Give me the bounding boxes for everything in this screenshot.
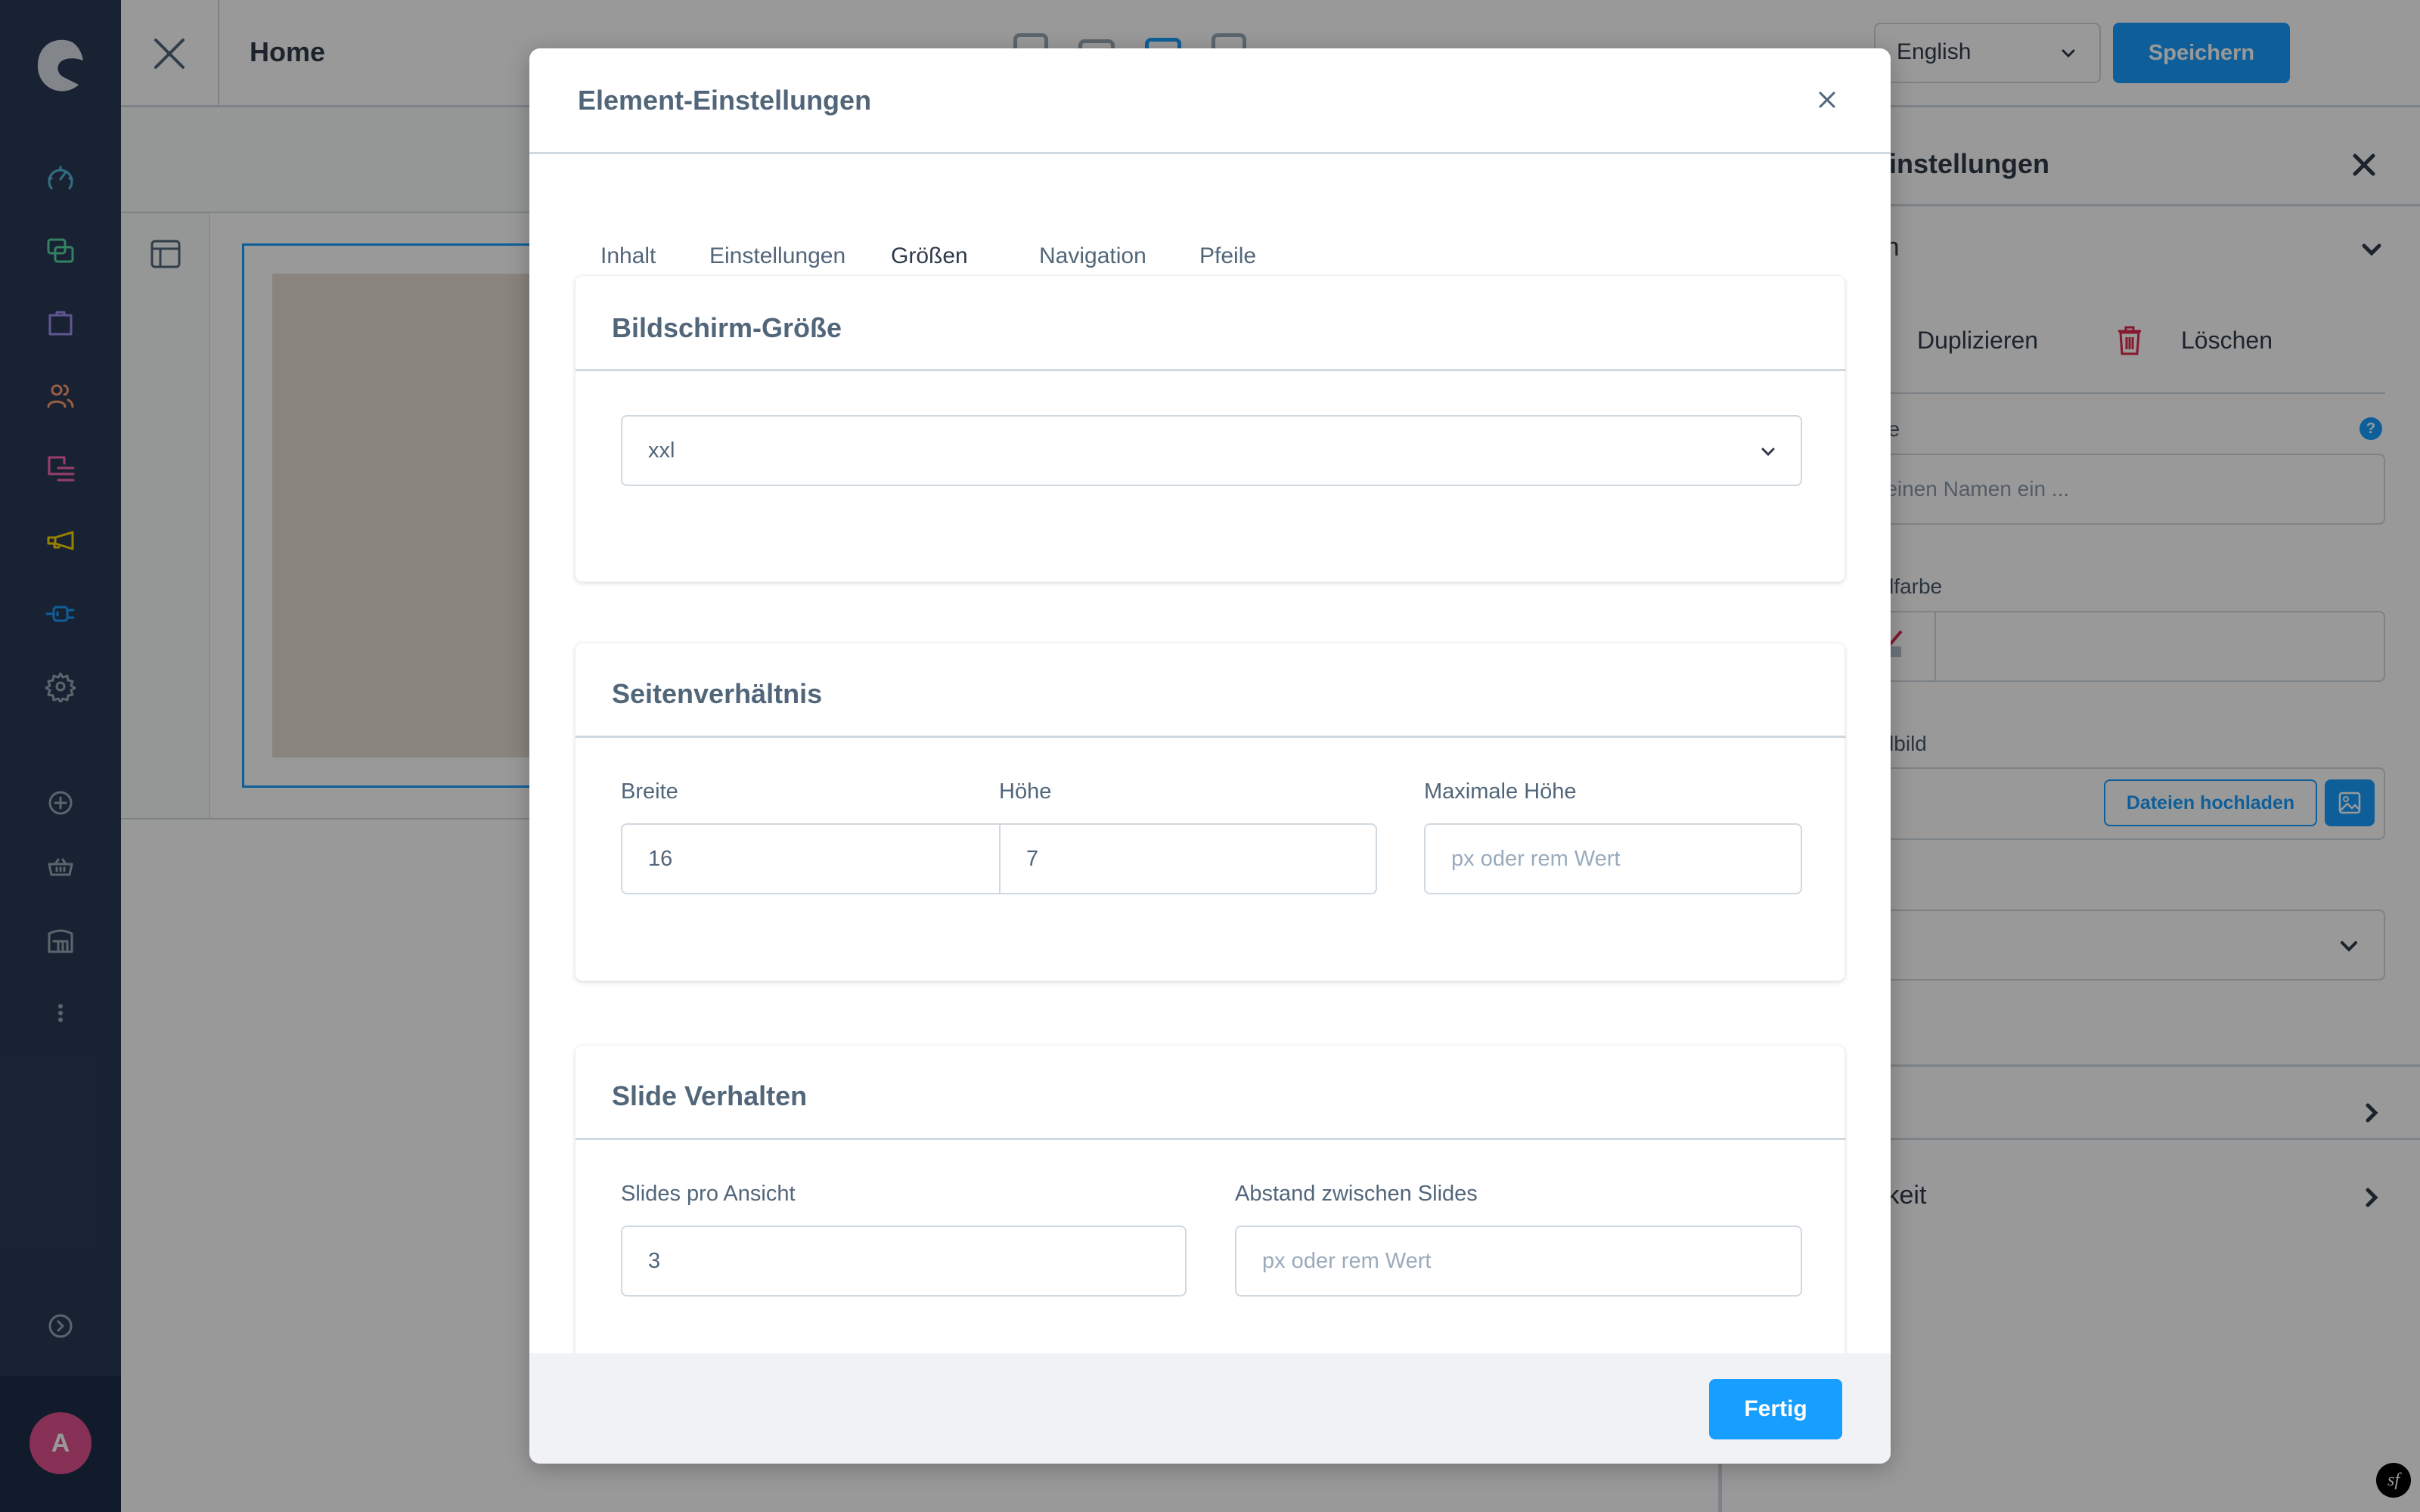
height-label: Höhe (999, 779, 1052, 804)
modal-header: Element-Einstellungen (529, 48, 1891, 154)
card-title: Bildschirm-Größe (612, 312, 842, 343)
card-title: Seitenverhältnis (612, 678, 823, 709)
element-settings-modal: Element-Einstellungen Inhalt Einstellung… (529, 48, 1891, 1464)
done-button[interactable]: Fertig (1709, 1379, 1842, 1439)
slides-per-view-input[interactable]: 3 (621, 1225, 1187, 1297)
modal-footer (529, 1353, 1891, 1464)
modal-close-button[interactable] (1812, 85, 1842, 115)
tab-inhalt[interactable]: Inhalt (600, 243, 656, 269)
tab-pfeile[interactable]: Pfeile (1199, 243, 1256, 269)
modal-title: Element-Einstellungen (578, 85, 872, 116)
screen-size-card: Bildschirm-Größe xxl (575, 275, 1846, 582)
divider (576, 736, 1846, 738)
tab-navigation[interactable]: Navigation (1039, 243, 1146, 269)
slide-gap-input[interactable]: px oder rem Wert (1235, 1225, 1802, 1297)
close-icon (1819, 91, 1835, 108)
slide-gap-label: Abstand zwischen Slides (1235, 1182, 1478, 1206)
aspect-ratio-card: Seitenverhältnis Breite Höhe Maximale Hö… (575, 643, 1846, 981)
chevron-down-icon (1761, 448, 1775, 457)
screen-size-select[interactable]: xxl (621, 415, 1802, 486)
max-height-label: Maximale Höhe (1424, 779, 1577, 804)
max-height-input[interactable]: px oder rem Wert (1424, 823, 1802, 894)
height-input[interactable]: 7 (999, 823, 1377, 894)
width-input[interactable]: 16 (621, 823, 1001, 894)
slides-per-view-label: Slides pro Ansicht (621, 1182, 796, 1206)
tab-einstellungen[interactable]: Einstellungen (709, 243, 845, 269)
divider (576, 369, 1846, 371)
card-title: Slide Verhalten (612, 1080, 808, 1111)
tab-groessen[interactable]: Größen (891, 243, 968, 269)
screen-size-value: xxl (648, 438, 675, 463)
divider (576, 1138, 1846, 1140)
width-label: Breite (621, 779, 678, 804)
